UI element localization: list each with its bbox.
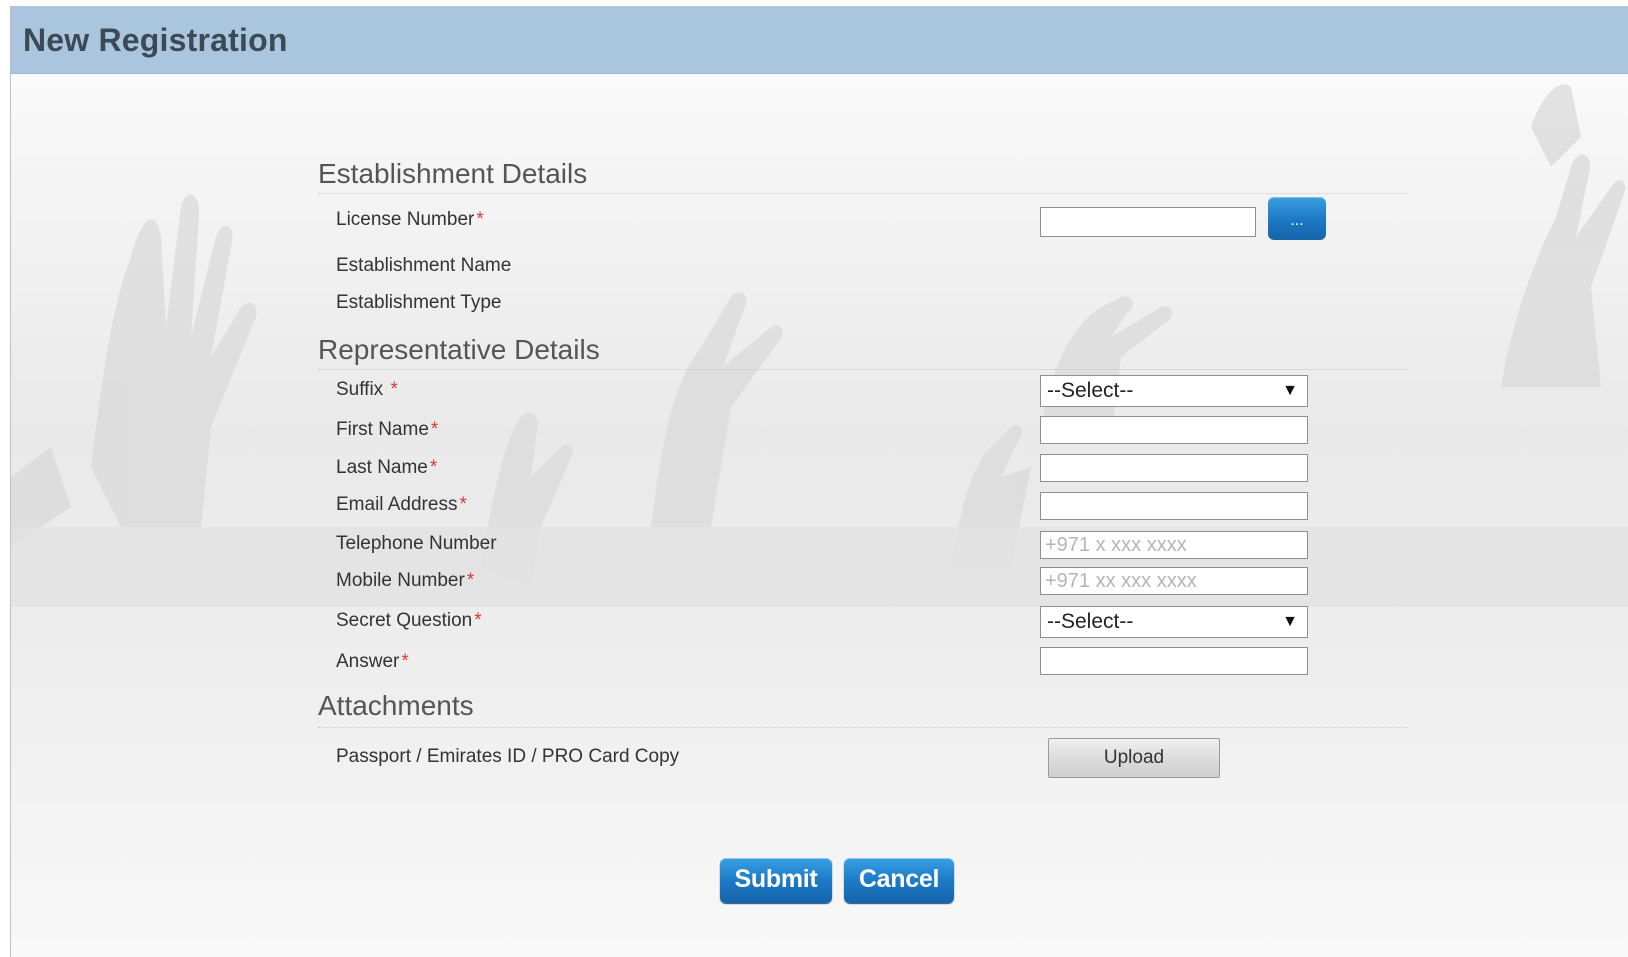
answer-input[interactable] bbox=[1040, 647, 1308, 675]
required-marker: * bbox=[401, 651, 409, 672]
mobile-number-label-text: Mobile Number bbox=[336, 570, 465, 591]
license-number-label-text: License Number bbox=[336, 209, 475, 230]
suffix-select-value: --Select-- bbox=[1047, 379, 1134, 402]
mobile-number-input[interactable] bbox=[1040, 567, 1308, 595]
background-hands-image bbox=[11, 84, 1628, 607]
secret-question-select[interactable]: --Select-- ▼ bbox=[1040, 606, 1308, 638]
license-number-label: License Number * bbox=[336, 209, 484, 231]
answer-label-text: Answer bbox=[336, 651, 400, 672]
secret-question-label-text: Secret Question bbox=[336, 610, 473, 631]
secret-question-label: Secret Question * bbox=[336, 610, 482, 632]
required-marker: * bbox=[474, 610, 482, 631]
telephone-number-label: Telephone Number bbox=[336, 533, 497, 554]
section-divider bbox=[318, 369, 1408, 370]
section-title-representative: Representative Details bbox=[318, 334, 600, 365]
page-title: New Registration bbox=[23, 22, 288, 58]
email-address-label: Email Address * bbox=[336, 494, 467, 516]
dropdown-arrow-icon: ▼ bbox=[1282, 382, 1298, 399]
submit-button[interactable]: Submit bbox=[720, 858, 832, 903]
last-name-input[interactable] bbox=[1040, 454, 1308, 482]
license-lookup-button[interactable]: ... bbox=[1268, 197, 1326, 240]
first-name-label-text: First Name bbox=[336, 419, 429, 440]
first-name-input[interactable] bbox=[1040, 416, 1308, 444]
required-marker: * bbox=[430, 419, 439, 440]
dropdown-arrow-icon: ▼ bbox=[1282, 613, 1298, 630]
suffix-select[interactable]: --Select-- ▼ bbox=[1040, 375, 1308, 407]
upload-button[interactable]: Upload bbox=[1048, 738, 1220, 778]
telephone-number-input[interactable] bbox=[1040, 531, 1308, 559]
first-name-label: First Name * bbox=[336, 419, 438, 441]
license-number-input[interactable] bbox=[1040, 207, 1256, 237]
establishment-name-label: Establishment Name bbox=[336, 255, 512, 276]
email-address-label-text: Email Address bbox=[336, 494, 458, 515]
suffix-label: Suffix * bbox=[336, 379, 398, 401]
suffix-label-text: Suffix bbox=[336, 379, 384, 400]
section-title-establishment: Establishment Details bbox=[318, 158, 588, 189]
required-marker: * bbox=[476, 209, 484, 230]
required-marker: * bbox=[429, 457, 438, 478]
required-marker: * bbox=[466, 570, 475, 591]
attachment-document-label: Passport / Emirates ID / PRO Card Copy bbox=[336, 746, 680, 767]
last-name-label: Last Name * bbox=[336, 457, 437, 479]
mobile-number-label: Mobile Number * bbox=[336, 570, 474, 592]
last-name-label-text: Last Name bbox=[336, 457, 428, 478]
secret-question-select-value: --Select-- bbox=[1047, 610, 1134, 633]
section-divider bbox=[318, 193, 1408, 194]
answer-label: Answer * bbox=[336, 651, 409, 673]
page-header: New Registration bbox=[11, 7, 1628, 74]
section-title-attachments: Attachments bbox=[318, 690, 474, 721]
registration-panel: New Registration bbox=[10, 6, 1628, 957]
section-divider bbox=[318, 727, 1408, 728]
cancel-button[interactable]: Cancel bbox=[844, 858, 954, 903]
required-marker: * bbox=[459, 494, 467, 515]
establishment-type-label: Establishment Type bbox=[336, 292, 502, 313]
required-marker: * bbox=[390, 379, 398, 400]
email-address-input[interactable] bbox=[1040, 492, 1308, 520]
